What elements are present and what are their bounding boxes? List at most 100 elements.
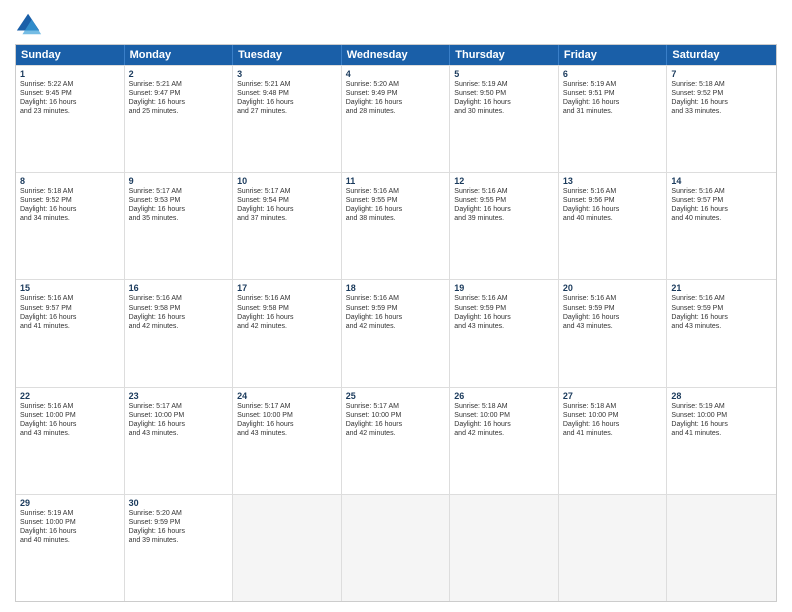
day-number: 27 bbox=[563, 391, 663, 401]
cell-details: Sunrise: 5:19 AMSunset: 10:00 PMDaylight… bbox=[20, 509, 120, 545]
empty-cell bbox=[667, 495, 776, 601]
day-number: 14 bbox=[671, 176, 772, 186]
day-number: 15 bbox=[20, 283, 120, 293]
day-number: 10 bbox=[237, 176, 337, 186]
day-cell-23: 23Sunrise: 5:17 AMSunset: 10:00 PMDaylig… bbox=[125, 388, 234, 494]
day-cell-1: 1Sunrise: 5:22 AMSunset: 9:45 PMDaylight… bbox=[16, 66, 125, 172]
cell-details: Sunrise: 5:16 AMSunset: 9:58 PMDaylight:… bbox=[237, 294, 337, 330]
empty-cell bbox=[559, 495, 668, 601]
day-cell-11: 11Sunrise: 5:16 AMSunset: 9:55 PMDayligh… bbox=[342, 173, 451, 279]
day-cell-18: 18Sunrise: 5:16 AMSunset: 9:59 PMDayligh… bbox=[342, 280, 451, 386]
day-number: 9 bbox=[129, 176, 229, 186]
day-cell-6: 6Sunrise: 5:19 AMSunset: 9:51 PMDaylight… bbox=[559, 66, 668, 172]
day-cell-29: 29Sunrise: 5:19 AMSunset: 10:00 PMDaylig… bbox=[16, 495, 125, 601]
day-cell-28: 28Sunrise: 5:19 AMSunset: 10:00 PMDaylig… bbox=[667, 388, 776, 494]
day-number: 8 bbox=[20, 176, 120, 186]
day-number: 3 bbox=[237, 69, 337, 79]
header-day-friday: Friday bbox=[559, 45, 668, 65]
header-day-thursday: Thursday bbox=[450, 45, 559, 65]
day-number: 5 bbox=[454, 69, 554, 79]
header bbox=[15, 10, 777, 38]
cell-details: Sunrise: 5:17 AMSunset: 10:00 PMDaylight… bbox=[346, 402, 446, 438]
cell-details: Sunrise: 5:17 AMSunset: 10:00 PMDaylight… bbox=[129, 402, 229, 438]
cell-details: Sunrise: 5:16 AMSunset: 10:00 PMDaylight… bbox=[20, 402, 120, 438]
cell-details: Sunrise: 5:16 AMSunset: 9:56 PMDaylight:… bbox=[563, 187, 663, 223]
empty-cell bbox=[450, 495, 559, 601]
cell-details: Sunrise: 5:17 AMSunset: 9:53 PMDaylight:… bbox=[129, 187, 229, 223]
page: SundayMondayTuesdayWednesdayThursdayFrid… bbox=[0, 0, 792, 612]
day-number: 1 bbox=[20, 69, 120, 79]
header-day-sunday: Sunday bbox=[16, 45, 125, 65]
day-cell-14: 14Sunrise: 5:16 AMSunset: 9:57 PMDayligh… bbox=[667, 173, 776, 279]
cell-details: Sunrise: 5:16 AMSunset: 9:55 PMDaylight:… bbox=[454, 187, 554, 223]
day-cell-4: 4Sunrise: 5:20 AMSunset: 9:49 PMDaylight… bbox=[342, 66, 451, 172]
day-cell-17: 17Sunrise: 5:16 AMSunset: 9:58 PMDayligh… bbox=[233, 280, 342, 386]
header-day-saturday: Saturday bbox=[667, 45, 776, 65]
calendar-header: SundayMondayTuesdayWednesdayThursdayFrid… bbox=[16, 45, 776, 65]
cell-details: Sunrise: 5:19 AMSunset: 9:51 PMDaylight:… bbox=[563, 80, 663, 116]
day-cell-24: 24Sunrise: 5:17 AMSunset: 10:00 PMDaylig… bbox=[233, 388, 342, 494]
day-number: 13 bbox=[563, 176, 663, 186]
cell-details: Sunrise: 5:16 AMSunset: 9:59 PMDaylight:… bbox=[454, 294, 554, 330]
day-cell-26: 26Sunrise: 5:18 AMSunset: 10:00 PMDaylig… bbox=[450, 388, 559, 494]
day-cell-9: 9Sunrise: 5:17 AMSunset: 9:53 PMDaylight… bbox=[125, 173, 234, 279]
header-day-wednesday: Wednesday bbox=[342, 45, 451, 65]
header-day-tuesday: Tuesday bbox=[233, 45, 342, 65]
day-number: 26 bbox=[454, 391, 554, 401]
day-number: 11 bbox=[346, 176, 446, 186]
day-cell-2: 2Sunrise: 5:21 AMSunset: 9:47 PMDaylight… bbox=[125, 66, 234, 172]
header-day-monday: Monday bbox=[125, 45, 234, 65]
cell-details: Sunrise: 5:19 AMSunset: 9:50 PMDaylight:… bbox=[454, 80, 554, 116]
cell-details: Sunrise: 5:19 AMSunset: 10:00 PMDaylight… bbox=[671, 402, 772, 438]
day-number: 6 bbox=[563, 69, 663, 79]
cell-details: Sunrise: 5:17 AMSunset: 10:00 PMDaylight… bbox=[237, 402, 337, 438]
cell-details: Sunrise: 5:20 AMSunset: 9:59 PMDaylight:… bbox=[129, 509, 229, 545]
day-cell-7: 7Sunrise: 5:18 AMSunset: 9:52 PMDaylight… bbox=[667, 66, 776, 172]
day-cell-20: 20Sunrise: 5:16 AMSunset: 9:59 PMDayligh… bbox=[559, 280, 668, 386]
day-number: 17 bbox=[237, 283, 337, 293]
day-cell-16: 16Sunrise: 5:16 AMSunset: 9:58 PMDayligh… bbox=[125, 280, 234, 386]
day-number: 28 bbox=[671, 391, 772, 401]
day-cell-22: 22Sunrise: 5:16 AMSunset: 10:00 PMDaylig… bbox=[16, 388, 125, 494]
cell-details: Sunrise: 5:18 AMSunset: 10:00 PMDaylight… bbox=[454, 402, 554, 438]
day-cell-27: 27Sunrise: 5:18 AMSunset: 10:00 PMDaylig… bbox=[559, 388, 668, 494]
calendar-row-3: 15Sunrise: 5:16 AMSunset: 9:57 PMDayligh… bbox=[16, 279, 776, 386]
calendar-body: 1Sunrise: 5:22 AMSunset: 9:45 PMDaylight… bbox=[16, 65, 776, 601]
day-number: 19 bbox=[454, 283, 554, 293]
day-cell-8: 8Sunrise: 5:18 AMSunset: 9:52 PMDaylight… bbox=[16, 173, 125, 279]
calendar-row-5: 29Sunrise: 5:19 AMSunset: 10:00 PMDaylig… bbox=[16, 494, 776, 601]
logo-icon bbox=[15, 10, 43, 38]
cell-details: Sunrise: 5:21 AMSunset: 9:48 PMDaylight:… bbox=[237, 80, 337, 116]
day-number: 2 bbox=[129, 69, 229, 79]
calendar-row-2: 8Sunrise: 5:18 AMSunset: 9:52 PMDaylight… bbox=[16, 172, 776, 279]
day-number: 22 bbox=[20, 391, 120, 401]
empty-cell bbox=[233, 495, 342, 601]
logo bbox=[15, 10, 47, 38]
cell-details: Sunrise: 5:16 AMSunset: 9:59 PMDaylight:… bbox=[563, 294, 663, 330]
day-number: 20 bbox=[563, 283, 663, 293]
day-number: 7 bbox=[671, 69, 772, 79]
day-cell-3: 3Sunrise: 5:21 AMSunset: 9:48 PMDaylight… bbox=[233, 66, 342, 172]
cell-details: Sunrise: 5:21 AMSunset: 9:47 PMDaylight:… bbox=[129, 80, 229, 116]
day-cell-30: 30Sunrise: 5:20 AMSunset: 9:59 PMDayligh… bbox=[125, 495, 234, 601]
day-number: 30 bbox=[129, 498, 229, 508]
day-cell-25: 25Sunrise: 5:17 AMSunset: 10:00 PMDaylig… bbox=[342, 388, 451, 494]
calendar-row-1: 1Sunrise: 5:22 AMSunset: 9:45 PMDaylight… bbox=[16, 65, 776, 172]
day-number: 25 bbox=[346, 391, 446, 401]
day-number: 29 bbox=[20, 498, 120, 508]
cell-details: Sunrise: 5:16 AMSunset: 9:58 PMDaylight:… bbox=[129, 294, 229, 330]
cell-details: Sunrise: 5:16 AMSunset: 9:57 PMDaylight:… bbox=[20, 294, 120, 330]
cell-details: Sunrise: 5:16 AMSunset: 9:57 PMDaylight:… bbox=[671, 187, 772, 223]
cell-details: Sunrise: 5:16 AMSunset: 9:59 PMDaylight:… bbox=[346, 294, 446, 330]
day-cell-10: 10Sunrise: 5:17 AMSunset: 9:54 PMDayligh… bbox=[233, 173, 342, 279]
cell-details: Sunrise: 5:22 AMSunset: 9:45 PMDaylight:… bbox=[20, 80, 120, 116]
calendar: SundayMondayTuesdayWednesdayThursdayFrid… bbox=[15, 44, 777, 602]
cell-details: Sunrise: 5:16 AMSunset: 9:59 PMDaylight:… bbox=[671, 294, 772, 330]
day-cell-15: 15Sunrise: 5:16 AMSunset: 9:57 PMDayligh… bbox=[16, 280, 125, 386]
calendar-row-4: 22Sunrise: 5:16 AMSunset: 10:00 PMDaylig… bbox=[16, 387, 776, 494]
day-number: 18 bbox=[346, 283, 446, 293]
day-number: 16 bbox=[129, 283, 229, 293]
day-number: 21 bbox=[671, 283, 772, 293]
day-cell-5: 5Sunrise: 5:19 AMSunset: 9:50 PMDaylight… bbox=[450, 66, 559, 172]
day-number: 4 bbox=[346, 69, 446, 79]
